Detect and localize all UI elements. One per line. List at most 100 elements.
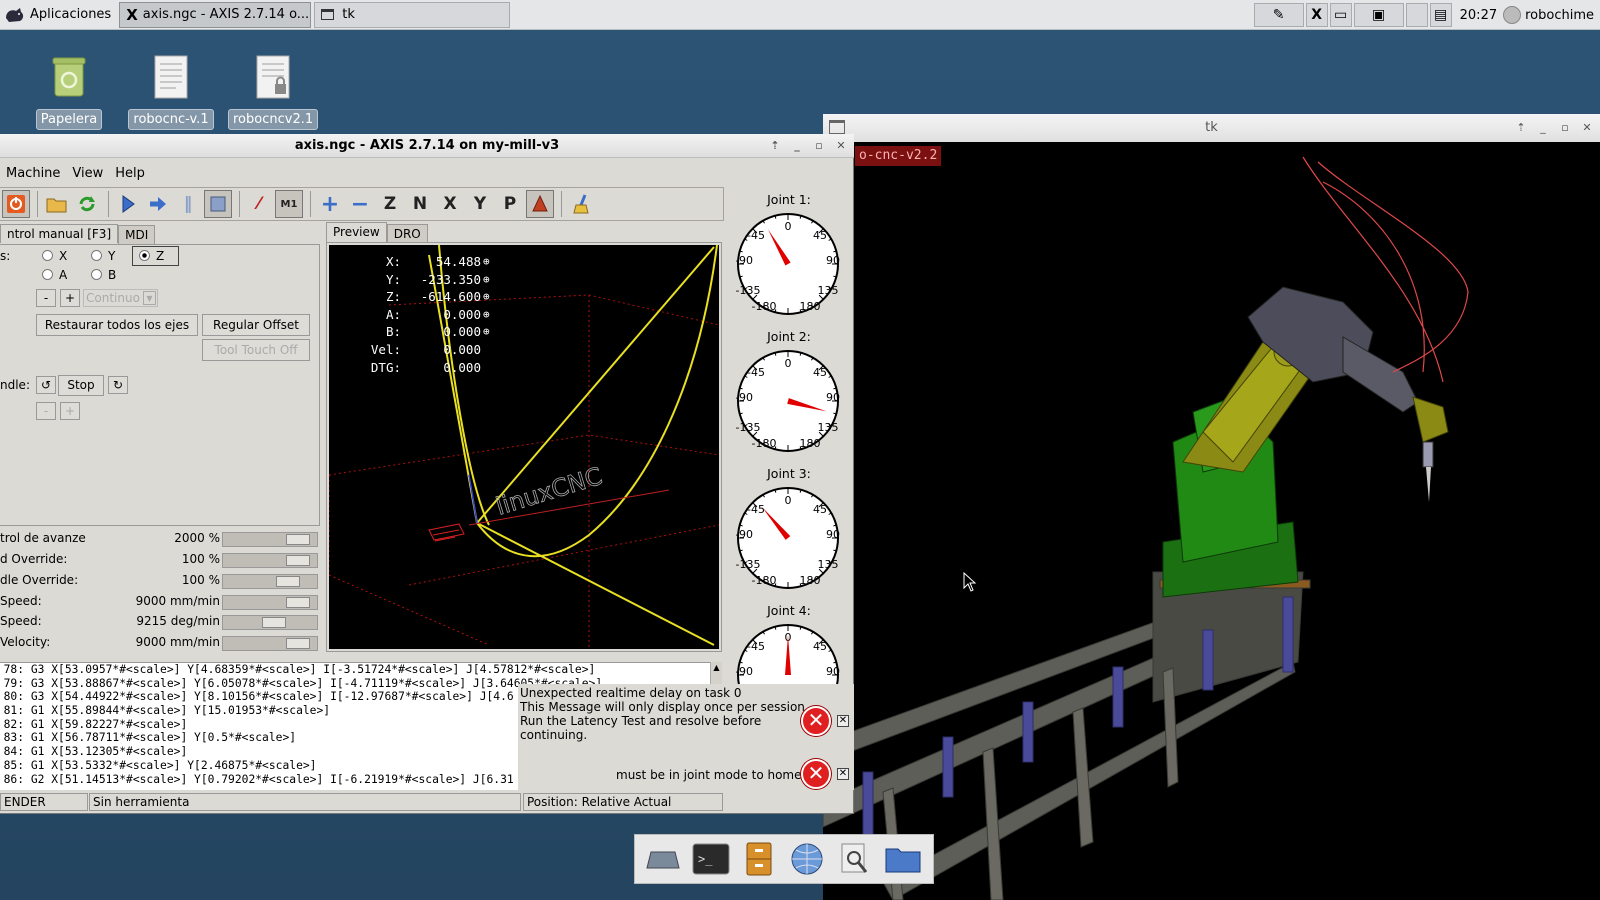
dock-folder[interactable] bbox=[883, 840, 923, 878]
broom-icon bbox=[573, 194, 589, 214]
close-button[interactable]: ✕ bbox=[832, 138, 850, 154]
open-file-button[interactable] bbox=[43, 190, 71, 218]
slider-track[interactable] bbox=[222, 532, 318, 547]
tab-mdi[interactable]: MDI bbox=[118, 225, 156, 244]
view-p-button[interactable]: P bbox=[496, 190, 524, 218]
close-icon[interactable]: ✕ bbox=[837, 768, 849, 780]
workspace-1-icon[interactable] bbox=[1405, 3, 1428, 27]
reload-button[interactable] bbox=[73, 190, 101, 218]
machine-power-button[interactable] bbox=[2, 190, 30, 218]
cone-icon bbox=[532, 194, 548, 212]
menu-view[interactable]: View bbox=[66, 166, 109, 181]
dro-value: 54.488 bbox=[435, 254, 481, 269]
menu-machine[interactable]: Machine bbox=[0, 166, 66, 181]
dock-browser[interactable] bbox=[787, 840, 827, 878]
zoom-out-button[interactable]: − bbox=[346, 190, 374, 218]
slider-value: 9000 mm/min bbox=[135, 635, 220, 649]
slider-track[interactable] bbox=[222, 595, 318, 610]
spindle-minus-button[interactable]: - bbox=[36, 402, 56, 420]
menu-help[interactable]: Help bbox=[109, 166, 151, 181]
terminal-tray-icon[interactable]: ▣ bbox=[1353, 3, 1404, 27]
spindle-cw-button[interactable]: ↻ bbox=[108, 376, 128, 394]
jog-minus-button[interactable]: - bbox=[36, 289, 56, 307]
joint-label: Joint 3: bbox=[767, 466, 811, 481]
minimize-button[interactable]: _ bbox=[1534, 120, 1552, 136]
gauge-tick-label: 45 bbox=[813, 640, 827, 653]
spindle-stop-button[interactable]: Stop bbox=[58, 375, 104, 396]
shade-button[interactable]: ⇡ bbox=[766, 138, 784, 154]
axis-radio-a[interactable]: A bbox=[42, 268, 67, 282]
tab-preview[interactable]: Preview bbox=[326, 222, 387, 242]
scroll-up-icon[interactable]: ▲ bbox=[711, 662, 722, 674]
axis-radio-x[interactable]: X bbox=[42, 249, 67, 263]
task-axis[interactable]: X axis.ngc - AXIS 2.7.14 o... bbox=[119, 1, 312, 28]
home-all-button[interactable]: Restaurar todos los ejes bbox=[36, 314, 198, 336]
gauge-tick-label: 45 bbox=[813, 229, 827, 242]
slider-thumb[interactable] bbox=[286, 597, 310, 608]
x-server-icon[interactable]: X bbox=[1305, 3, 1328, 27]
applications-menu[interactable]: Aplicaciones bbox=[0, 0, 119, 30]
dock-terminal[interactable]: >_ bbox=[691, 840, 731, 878]
stop-button[interactable] bbox=[204, 190, 232, 218]
dock-search[interactable] bbox=[835, 840, 875, 878]
run-button[interactable] bbox=[114, 190, 142, 218]
optional-stop-button[interactable]: M1 bbox=[275, 190, 303, 218]
view-z2-button[interactable]: N bbox=[406, 190, 434, 218]
axis-radio-z[interactable]: Z bbox=[132, 246, 180, 266]
close-button[interactable]: ✕ bbox=[1578, 120, 1596, 136]
desktop-trash[interactable]: Papelera bbox=[24, 54, 114, 130]
gauge-tick-label: 90 bbox=[826, 391, 840, 404]
search-icon bbox=[841, 843, 868, 873]
jog-increment-select[interactable]: Continuo ▼ bbox=[83, 289, 158, 307]
task-tk[interactable]: tk bbox=[314, 1, 511, 28]
axis-titlebar[interactable]: axis.ngc - AXIS 2.7.14 on my-mill-v3 ⇡ _… bbox=[0, 134, 854, 158]
window-switch-icon[interactable]: ▭ bbox=[1329, 3, 1352, 27]
robot-3d-view[interactable] bbox=[823, 142, 1600, 900]
clear-plot-button[interactable] bbox=[567, 190, 595, 218]
view-y-button[interactable]: Y bbox=[466, 190, 494, 218]
axis-radio-y[interactable]: Y bbox=[91, 249, 115, 263]
tab-dro[interactable]: DRO bbox=[386, 224, 428, 242]
view-x-button[interactable]: X bbox=[436, 190, 464, 218]
block-delete-button[interactable]: ⁄ bbox=[245, 190, 273, 218]
slider-thumb[interactable] bbox=[286, 638, 310, 649]
view-z-button[interactable]: Z bbox=[376, 190, 404, 218]
slider-thumb[interactable] bbox=[262, 617, 286, 628]
error-joint-mode: must be in joint mode to home bbox=[616, 768, 802, 782]
dock-file-manager[interactable] bbox=[739, 840, 779, 878]
maximize-button[interactable]: ▫ bbox=[1556, 120, 1574, 136]
pause-button[interactable]: ‖ bbox=[174, 190, 202, 218]
slider-track[interactable] bbox=[222, 636, 318, 651]
desktop-file-robocncv21[interactable]: robocncv2.1 bbox=[228, 54, 319, 130]
slider-thumb[interactable] bbox=[286, 555, 310, 566]
minimize-button[interactable]: _ bbox=[788, 138, 806, 154]
workspace-2-icon[interactable]: ▤ bbox=[1429, 3, 1452, 27]
desktop-file-robocnc-v1[interactable]: robocnc-v.1 bbox=[126, 54, 216, 130]
gauge-tick-label: 180 bbox=[800, 437, 821, 450]
shade-button[interactable]: ⇡ bbox=[1512, 120, 1530, 136]
slider-thumb[interactable] bbox=[276, 576, 300, 587]
rotate-view-button[interactable] bbox=[526, 190, 554, 218]
slider-thumb[interactable] bbox=[286, 534, 310, 545]
jog-plus-button[interactable]: + bbox=[60, 289, 80, 307]
touch-off-button[interactable]: Regular Offset bbox=[202, 314, 310, 336]
clock[interactable]: 20:27 bbox=[1460, 8, 1497, 23]
spindle-ccw-button[interactable]: ↺ bbox=[36, 376, 56, 394]
axis-radio-b[interactable]: B bbox=[91, 268, 116, 282]
maximize-button[interactable]: ▫ bbox=[810, 138, 828, 154]
gcode-line[interactable]: 78: G3 X[53.0957*#<scale>] Y[4.68359*#<s… bbox=[0, 663, 722, 677]
zoom-in-button[interactable]: + bbox=[316, 190, 344, 218]
spindle-plus-button[interactable]: + bbox=[60, 402, 80, 420]
tk-titlebar[interactable]: tk ⇡ _ ▫ ✕ bbox=[823, 114, 1600, 142]
gauge-tick-label: -90 bbox=[736, 528, 753, 541]
dock-show-desktop[interactable] bbox=[643, 840, 683, 878]
close-icon[interactable]: ✕ bbox=[837, 715, 849, 727]
slider-track[interactable] bbox=[222, 615, 318, 630]
step-button[interactable] bbox=[144, 190, 172, 218]
notes-icon[interactable]: ✎ bbox=[1253, 3, 1304, 27]
username[interactable]: robochime bbox=[1525, 8, 1594, 23]
slider-track[interactable] bbox=[222, 574, 318, 589]
tool-touch-off-button[interactable]: Tool Touch Off bbox=[202, 339, 310, 361]
slider-track[interactable] bbox=[222, 553, 318, 568]
tab-manual-control[interactable]: ntrol manual [F3] bbox=[0, 224, 119, 243]
